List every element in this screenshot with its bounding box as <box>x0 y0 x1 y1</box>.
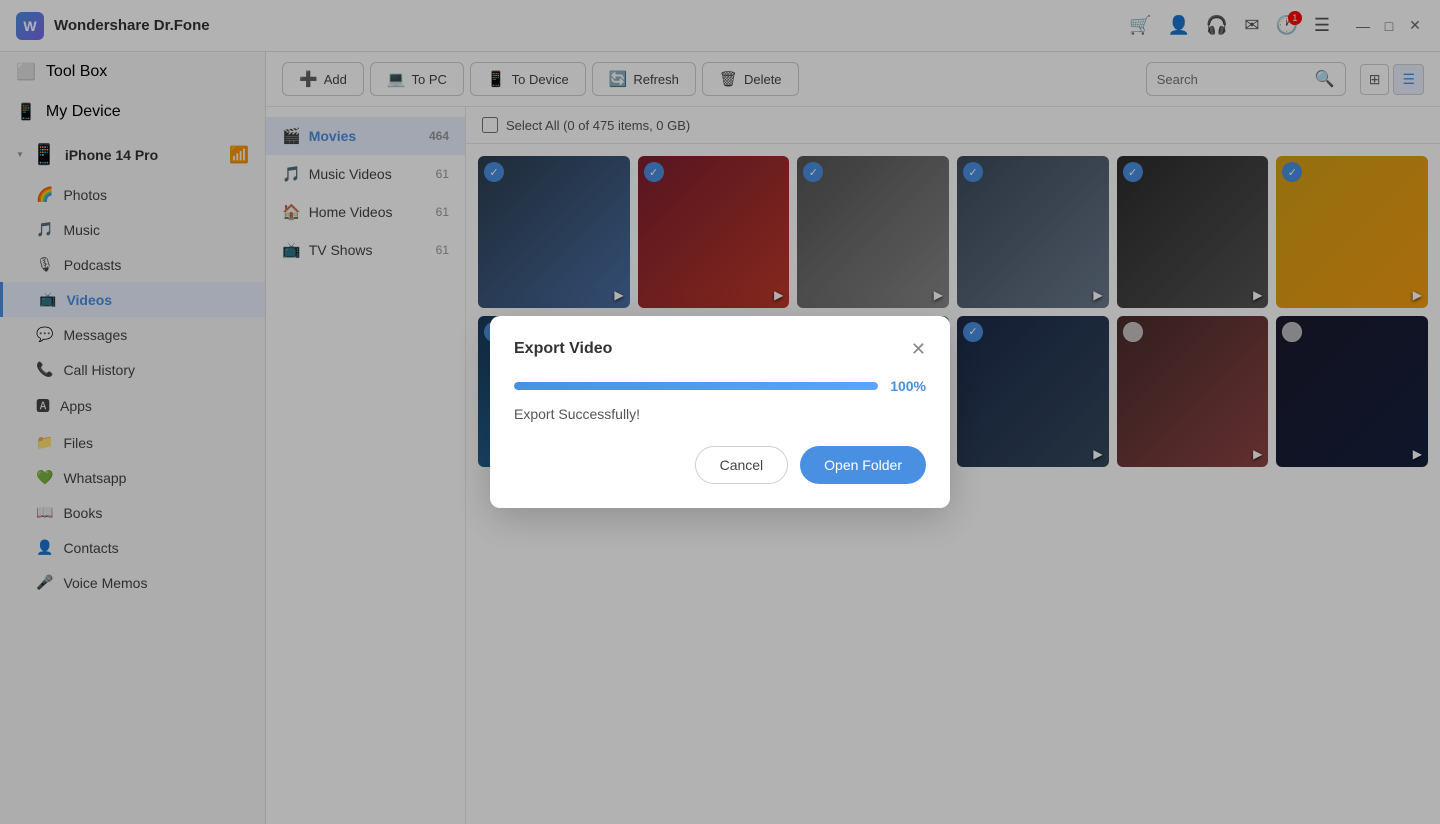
open-folder-button[interactable]: Open Folder <box>800 446 926 484</box>
dialog-header: Export Video ✕ <box>514 340 926 358</box>
progress-track <box>514 382 878 390</box>
progress-container: 100% <box>514 378 926 394</box>
progress-fill <box>514 382 878 390</box>
dialog-close-button[interactable]: ✕ <box>911 340 926 358</box>
export-dialog-overlay: Export Video ✕ 100% Export Successfully!… <box>0 0 1440 824</box>
dialog-buttons: Cancel Open Folder <box>514 446 926 484</box>
export-dialog: Export Video ✕ 100% Export Successfully!… <box>490 316 950 508</box>
cancel-button[interactable]: Cancel <box>695 446 789 484</box>
progress-percent: 100% <box>890 378 926 394</box>
success-message: Export Successfully! <box>514 406 926 422</box>
dialog-title: Export Video <box>514 340 612 358</box>
